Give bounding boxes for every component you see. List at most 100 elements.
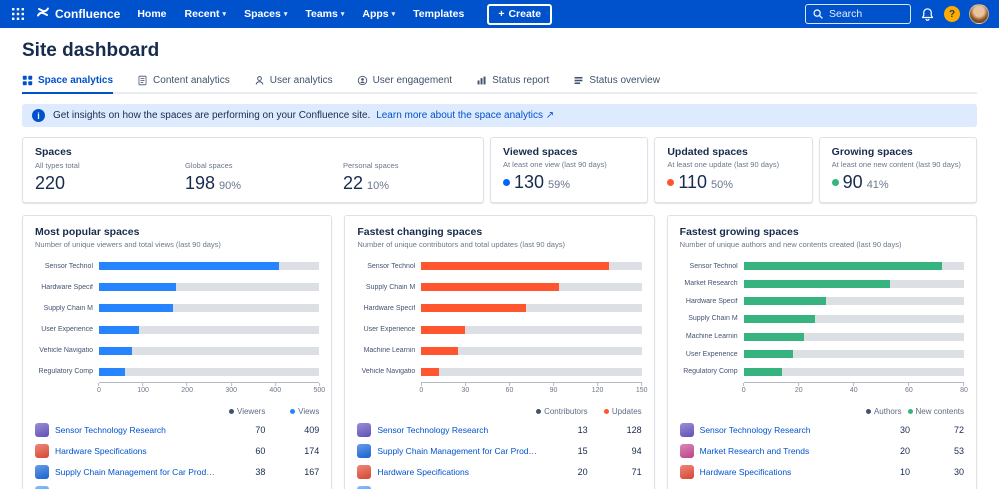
tabs: Space analytics Content analytics User ana… [22,75,977,94]
card-title: Growing spaces [832,146,964,158]
panel-title: Most popular spaces [35,226,319,238]
chart-bar [421,283,641,291]
notifications-bell-icon[interactable] [920,7,935,22]
tab-user-analytics[interactable]: User analytics [254,75,333,92]
legend-dot [290,409,295,414]
tab-status-overview[interactable]: Status overview [573,75,660,92]
space-link[interactable]: Sensor Technology Research [55,425,219,435]
axis-tick: 500 [313,383,325,394]
chart-category-label: Hardware Specif [680,298,738,305]
card-value: 110 [678,172,707,193]
chart-x-axis: 020406080 [744,382,964,398]
table-row[interactable]: Supply Chain Management for Car Producti… [35,461,319,482]
table-row[interactable]: Sensor Technology Research13128 [357,419,641,440]
chart-bar [99,347,319,355]
chart-bar [744,280,964,288]
chart-bar-track [99,347,319,355]
chart-row: Vehicle Navigatio [357,367,641,377]
tick-label: 60 [905,387,913,394]
table-row[interactable]: Sensor Technology Research70409 [35,419,319,440]
value-col-1: 20 [548,467,588,477]
confluence-logo[interactable]: Confluence [36,5,120,24]
legend-dot [908,409,913,414]
tab-status-report[interactable]: Status report [476,75,549,92]
value-col-2: 174 [271,446,319,456]
chevron-down-icon: ▾ [223,11,227,18]
nav-item-apps[interactable]: Apps▾ [355,4,402,24]
space-link[interactable]: Hardware Specifications [377,467,541,477]
card-subtitle: At least one new content (last 90 days) [832,160,964,169]
search-input[interactable] [829,8,904,20]
tick-label: 200 [181,387,193,394]
tick-label: 0 [97,387,101,394]
chevron-down-icon: ▾ [341,11,345,18]
value-col-2: 71 [594,467,642,477]
space-avatar [35,465,49,479]
tick-mark [641,383,642,386]
banner-learn-more-link[interactable]: Learn more about the space analytics ↗ [376,110,554,121]
nav-item-recent[interactable]: Recent▾ [178,4,234,24]
table-row[interactable]: Market Research and Trends2053 [680,440,964,461]
table-row[interactable]: Supply Chain Management for Car Producti… [357,440,641,461]
panel-subtitle: Number of unique authors and new content… [680,240,964,249]
table-row[interactable]: User Experience Design1390 [35,482,319,489]
panel-subtitle: Number of unique contributors and total … [357,240,641,249]
summary-card-updated-spaces: Updated spaces At least one update (last … [654,137,812,203]
spaces-metric-all-types-total: All types total220 [35,161,185,194]
value-col-2: 72 [916,425,964,435]
chart-category-label: Sensor Technol [680,263,738,270]
user-icon [254,75,265,86]
table-row[interactable]: User Experience Design630 [357,482,641,489]
space-link[interactable]: Supply Chain Management for Car Producti… [377,446,541,456]
chart-bar-fill [99,262,279,270]
axis-tick: 40 [850,383,858,394]
nav-item-teams[interactable]: Teams▾ [298,4,351,24]
space-avatar [680,423,694,437]
space-link[interactable]: Hardware Specifications [55,446,219,456]
value-col-1: 10 [870,467,910,477]
table-row[interactable]: Hardware Specifications 20 71 [357,461,641,482]
metric-label: Global spaces [185,161,343,170]
tab-content-analytics[interactable]: Content analytics [137,75,230,92]
nav-item-label: Apps [362,8,388,20]
metric-label: Personal spaces [343,161,398,170]
chart-bar [99,304,319,312]
search-box[interactable] [805,4,911,24]
nav-item-templates[interactable]: Templates [406,4,471,24]
metric-value: 220 [35,173,65,194]
tab-user-engagement[interactable]: User engagement [357,75,453,92]
create-button[interactable]: + Create [487,4,552,25]
card-title: Updated spaces [667,146,799,158]
space-link[interactable]: Market Research and Trends [700,446,864,456]
column-header-contributors: Contributors [536,407,588,416]
summary-card-viewed-spaces: Viewed spacesAt least one view (last 90 … [490,137,648,203]
tab-space-analytics[interactable]: Space analytics [22,75,113,94]
nav-item-spaces[interactable]: Spaces▾ [237,4,294,24]
table-row[interactable]: Hardware Specifications60174 [35,440,319,461]
chart-category-label: Vehicle Navigatio [357,368,415,375]
metric-value: 22 [343,173,363,194]
user-avatar[interactable] [969,4,989,24]
nav-right: ? [805,4,989,24]
nav-item-home[interactable]: Home [130,4,173,24]
tick-label: 150 [636,387,648,394]
table-row[interactable]: Sensor Technology Research3072 [680,419,964,440]
panel-fastest-changing-spaces: Fastest changing spacesNumber of unique … [344,215,654,489]
app-switcher-icon[interactable] [10,6,26,22]
tick-mark [743,383,744,386]
column-header-new-contents: New contents [908,407,964,416]
spaces-card-title: Spaces [35,146,471,158]
space-link[interactable]: Sensor Technology Research [700,425,864,435]
space-link[interactable]: Supply Chain Management for Car Producti… [55,467,219,477]
main-content: Site dashboard Space analyticsContent an… [0,40,999,489]
tab-label: Space analytics [38,75,113,86]
tick-label: 500 [313,387,325,394]
space-link[interactable]: Sensor Technology Research [377,425,541,435]
space-link[interactable]: Hardware Specifications [700,467,864,477]
chart-category-label: Machine Learnin [357,347,415,354]
card-subtitle: At least one update (last 90 days) [667,160,799,169]
help-icon[interactable]: ? [944,6,960,22]
tick-label: 90 [550,387,558,394]
table-row[interactable]: Hardware Specifications1030 [680,461,964,482]
chart-bar [744,368,964,376]
